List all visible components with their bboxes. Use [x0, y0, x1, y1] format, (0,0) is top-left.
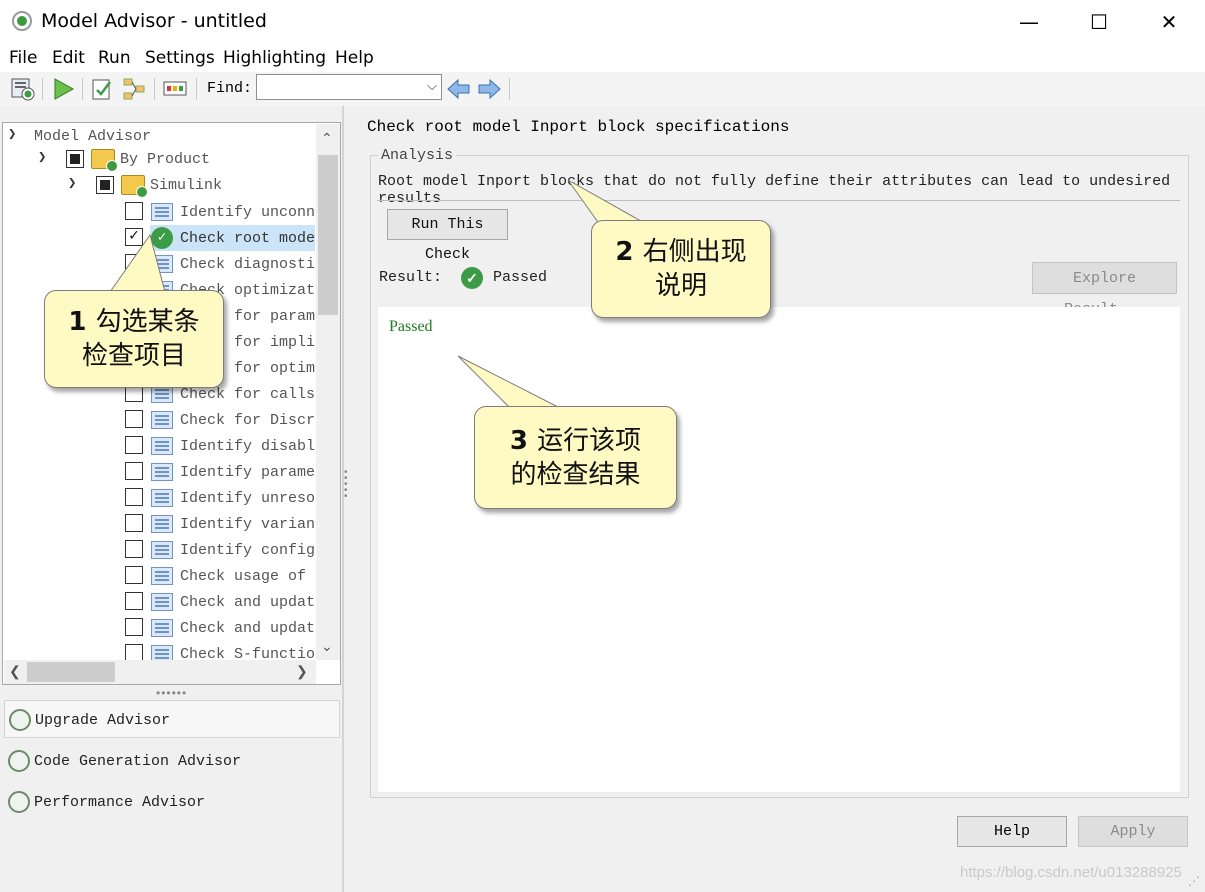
callout-3: 3 运行该项的检查结果	[474, 406, 677, 509]
callout-1-line1: 勾选某条	[96, 307, 200, 337]
callout-3-line1: 运行该项	[537, 426, 641, 456]
callout-2-line2: 说明	[655, 271, 707, 301]
callout-3-line2: 的检查结果	[510, 460, 640, 490]
callout-1-line2: 检查项目	[82, 341, 186, 371]
callout-2-number: 2	[615, 237, 633, 267]
callout-1-number: 1	[68, 307, 86, 337]
callout-3-number: 3	[510, 426, 528, 456]
callout-2: 2 右侧出现说明	[591, 220, 771, 318]
callout-2-line1: 右侧出现	[643, 237, 747, 267]
callout-1: 1 勾选某条检查项目	[44, 290, 224, 388]
callout-3-pointer	[458, 356, 560, 408]
callout-1-pointer	[110, 235, 165, 292]
callout-2-pointer	[568, 180, 648, 225]
